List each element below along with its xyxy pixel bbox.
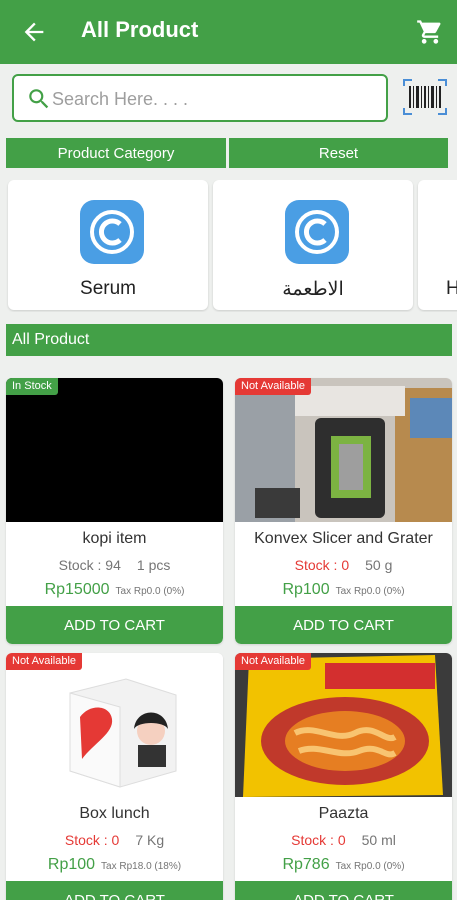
- app-bar: All Product: [0, 0, 457, 64]
- price-row: Rp100 Tax Rp0.0 (0%): [235, 581, 452, 599]
- product-card[interactable]: In Stock kopi item Stock : 94 1 pcs Rp150…: [6, 378, 223, 644]
- category-label: الاطعمة: [282, 279, 344, 300]
- add-to-cart-button[interactable]: ADD TO CART: [235, 606, 452, 644]
- category-c-icon: [80, 200, 144, 264]
- price-row: Rp786 Tax Rp0.0 (0%): [235, 856, 452, 874]
- category-list: Serum الاطعمة H: [0, 180, 457, 312]
- product-name: Konvex Slicer and Grater: [254, 530, 433, 547]
- stock-count: Stock : 0: [64, 832, 120, 848]
- product-price: Rp100: [47, 856, 96, 873]
- stock-row: Stock : 94 1 pcs: [6, 557, 223, 573]
- stock-row: Stock : 0 7 Kg: [6, 832, 223, 848]
- product-tax: Tax Rp0.0 (0%): [335, 586, 405, 597]
- section-title: All Product: [6, 324, 452, 356]
- product-unit: 50 g: [365, 557, 393, 573]
- add-to-cart-button[interactable]: ADD TO CART: [6, 606, 223, 644]
- product-image: [6, 378, 223, 522]
- product-image: [6, 653, 223, 797]
- product-image: [235, 378, 452, 522]
- shopping-cart-icon[interactable]: [416, 18, 444, 46]
- stock-row: Stock : 0 50 ml: [235, 832, 452, 848]
- category-card[interactable]: Serum: [8, 180, 208, 310]
- product-price: Rp100: [282, 581, 330, 598]
- product-tax: Tax Rp0.0 (0%): [335, 861, 405, 872]
- product-unit: 1 pcs: [136, 557, 171, 573]
- category-card[interactable]: الاطعمة: [213, 180, 413, 310]
- product-card[interactable]: Not Available Paazta Stock : 0 50 ml Rp78…: [235, 653, 452, 900]
- add-to-cart-button[interactable]: ADD TO CART: [235, 881, 452, 900]
- stock-count: Stock : 0: [294, 557, 350, 573]
- status-badge: Not Available: [235, 378, 312, 395]
- product-tax: Tax Rp18.0 (18%): [101, 861, 182, 872]
- product-card[interactable]: Not Available Box lunch Stock : 0 7 Kg Rp…: [6, 653, 223, 900]
- product-category-button[interactable]: Product Category: [6, 138, 226, 168]
- product-name: Paazta: [318, 805, 369, 822]
- product-unit: 7 Kg: [135, 832, 165, 848]
- stock-row: Stock : 0 50 g: [235, 557, 452, 573]
- price-row: Rp100 Tax Rp18.0 (18%): [6, 856, 223, 874]
- category-c-icon: [285, 200, 349, 264]
- product-tax: Tax Rp0.0 (0%): [115, 586, 185, 597]
- category-label: H: [446, 278, 457, 299]
- product-price: Rp15000: [44, 581, 110, 598]
- add-to-cart-button[interactable]: ADD TO CART: [6, 881, 223, 900]
- product-unit: 50 ml: [361, 832, 396, 848]
- reset-button[interactable]: Reset: [229, 138, 448, 168]
- product-card[interactable]: Not Available Konvex Slicer and Grater S…: [235, 378, 452, 644]
- product-name: kopi item: [82, 530, 147, 547]
- search-icon: [29, 89, 49, 109]
- category-label: Serum: [80, 278, 136, 299]
- status-badge: In Stock: [6, 378, 58, 395]
- category-card[interactable]: H: [418, 180, 457, 310]
- barcode-scan-icon[interactable]: [402, 78, 448, 116]
- arrow-back-icon[interactable]: [20, 18, 48, 46]
- search-box: [12, 74, 388, 122]
- stock-count: Stock : 94: [58, 557, 121, 573]
- price-row: Rp15000 Tax Rp0.0 (0%): [6, 581, 223, 599]
- product-price: Rp786: [282, 856, 330, 873]
- stock-count: Stock : 0: [291, 832, 346, 848]
- status-badge: Not Available: [6, 653, 83, 670]
- status-badge: Not Available: [235, 653, 312, 670]
- page-title: All Product: [81, 17, 199, 42]
- product-image: [235, 653, 452, 797]
- search-input[interactable]: [52, 84, 372, 114]
- product-name: Box lunch: [79, 805, 150, 822]
